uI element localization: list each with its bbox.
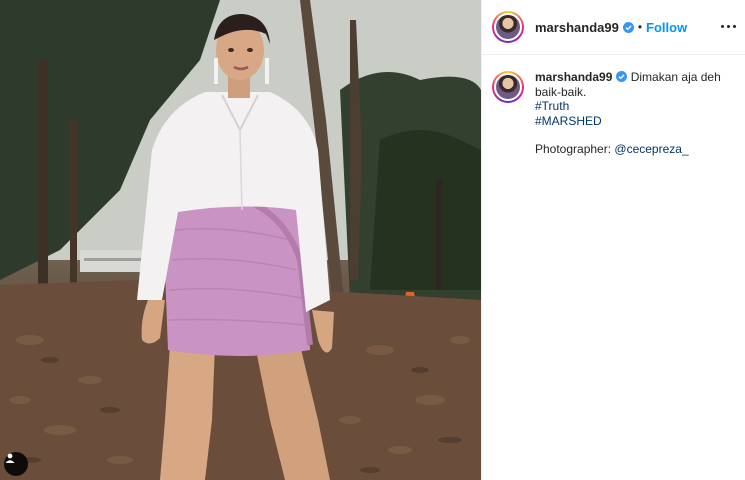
photographer-mention-link[interactable]: @cecepreza_	[614, 142, 688, 156]
caption-first-line: marshanda99 Dimakan aja deh	[535, 70, 721, 85]
instagram-post: marshanda99 • Follow marshanda99 Dimakan…	[0, 0, 745, 480]
verified-badge-icon	[616, 71, 628, 82]
caption-username[interactable]: marshanda99	[535, 70, 612, 84]
photo-illustration	[0, 0, 481, 480]
avatar[interactable]	[492, 11, 524, 43]
avatar-image	[494, 13, 522, 41]
more-dot	[733, 25, 736, 28]
photographer-credit: Photographer: @cecepreza_	[535, 142, 721, 157]
person-glyph-icon	[5, 453, 15, 463]
hashtag-link[interactable]: #MARSHED	[535, 114, 721, 129]
avatar-image	[494, 73, 522, 101]
follow-button[interactable]: Follow	[646, 20, 687, 35]
more-dot	[727, 25, 730, 28]
post-side-panel: marshanda99 • Follow marshanda99 Dimakan…	[481, 0, 745, 480]
post-photo[interactable]	[0, 0, 481, 480]
caption-body: marshanda99 Dimakan aja deh baik-baik. #…	[535, 70, 721, 157]
header-username[interactable]: marshanda99	[535, 20, 619, 35]
caption-text-line1: Dimakan aja deh	[630, 70, 721, 84]
post-header: marshanda99 • Follow	[482, 0, 745, 55]
more-dot	[721, 25, 724, 28]
post-caption: marshanda99 Dimakan aja deh baik-baik. #…	[492, 70, 738, 157]
photographer-label: Photographer:	[535, 142, 612, 156]
user-tag-icon[interactable]	[4, 452, 28, 476]
caption-avatar[interactable]	[492, 71, 524, 103]
hashtag-link[interactable]: #Truth	[535, 99, 721, 114]
caption-text-line2: baik-baik.	[535, 84, 587, 99]
verified-badge-icon	[622, 21, 634, 33]
header-separator: •	[637, 20, 643, 34]
more-options-icon[interactable]	[720, 18, 738, 36]
